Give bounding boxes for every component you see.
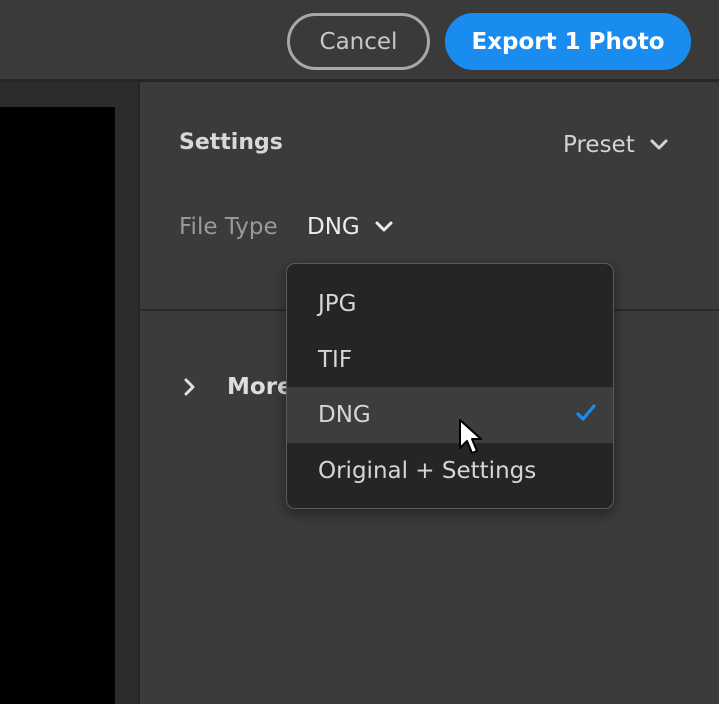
more-label: More bbox=[227, 374, 293, 400]
preset-label: Preset bbox=[563, 132, 635, 158]
checkmark-icon bbox=[576, 404, 596, 421]
preset-dropdown[interactable]: Preset bbox=[563, 132, 669, 158]
chevron-down-icon bbox=[650, 139, 668, 150]
dropdown-option-jpg[interactable]: JPG bbox=[287, 276, 613, 332]
mouse-cursor-icon bbox=[459, 419, 482, 454]
photo-preview bbox=[0, 107, 115, 704]
dropdown-option-label: Original + Settings bbox=[318, 458, 537, 484]
file-type-dropdown-menu: JPG TIF DNG Original + Settings bbox=[286, 263, 614, 509]
dropdown-option-label: TIF bbox=[318, 347, 353, 373]
more-section-toggle[interactable]: More bbox=[183, 374, 293, 400]
settings-title: Settings bbox=[179, 130, 283, 155]
file-type-value: DNG bbox=[307, 214, 360, 240]
dropdown-option-label: JPG bbox=[318, 291, 357, 317]
export-button[interactable]: Export 1 Photo bbox=[445, 13, 691, 70]
chevron-down-icon bbox=[375, 221, 393, 232]
dropdown-option-tif[interactable]: TIF bbox=[287, 332, 613, 388]
dropdown-option-label: DNG bbox=[318, 402, 371, 428]
dropdown-option-original-settings[interactable]: Original + Settings bbox=[287, 443, 613, 499]
file-type-label: File Type bbox=[179, 214, 278, 240]
cancel-button[interactable]: Cancel bbox=[287, 13, 430, 70]
file-type-select[interactable]: DNG bbox=[307, 214, 394, 240]
dropdown-option-dng[interactable]: DNG bbox=[287, 387, 613, 443]
chevron-right-icon bbox=[184, 378, 195, 396]
